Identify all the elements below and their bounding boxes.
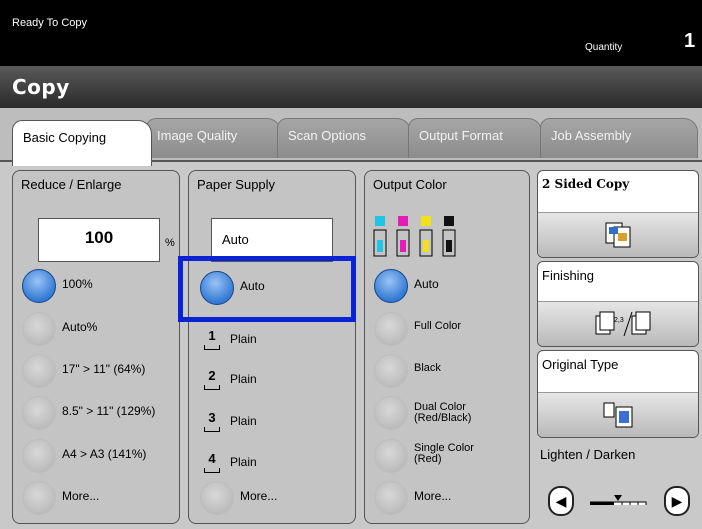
paper-supply-title: Paper Supply <box>197 177 276 192</box>
zoom-unit: % <box>165 237 175 249</box>
reduce-enlarge-title: Reduce / Enlarge <box>21 177 122 192</box>
radio-selected-icon <box>374 269 408 303</box>
zoom-value: 100 <box>84 228 114 247</box>
radio-icon <box>374 439 408 473</box>
tab-image-quality[interactable]: Image Quality <box>146 118 281 158</box>
original-type-label: Original Type <box>542 357 619 372</box>
radio-label: Single Color (Red) <box>414 443 474 465</box>
color-option-black[interactable]: Black <box>374 354 524 396</box>
radio-icon <box>374 396 408 430</box>
original-type-icon-area <box>538 392 698 437</box>
quantity-value[interactable]: 1 <box>684 30 695 53</box>
quantity-label: Quantity <box>585 42 623 53</box>
duplex-icon <box>605 222 631 248</box>
color-option-full[interactable]: Full Color <box>374 312 524 354</box>
color-toner-icon <box>373 216 456 257</box>
paper-tray-1[interactable]: 1 Plain <box>178 324 348 366</box>
finishing-label: Finishing <box>542 268 595 283</box>
header: Ready To Copy Quantity 1 Copy <box>0 0 702 108</box>
two-sided-icon-area <box>538 212 698 257</box>
radio-label: Auto <box>414 277 439 291</box>
tray-label: Plain <box>230 414 257 428</box>
radio-label: Black <box>414 362 441 374</box>
tray-label: Plain <box>230 372 257 386</box>
lighten-darken-label: Lighten / Darken <box>540 447 636 462</box>
reduce-option-100[interactable]: 100% <box>22 269 172 311</box>
lighten-darken-control: ◀ ▶ <box>548 485 694 519</box>
original-type-icon <box>603 402 633 428</box>
color-option-dual[interactable]: Dual Color (Red/Black) <box>374 396 524 438</box>
lighten-button[interactable]: ◀ <box>548 486 574 516</box>
reduce-option-auto[interactable]: Auto% <box>22 312 172 354</box>
original-type-button[interactable]: Original Type <box>537 350 699 438</box>
radio-icon <box>22 354 56 388</box>
two-sided-copy-label: 2 Sided Copy <box>542 177 630 191</box>
darken-button[interactable]: ▶ <box>664 486 690 516</box>
radio-icon <box>374 312 408 346</box>
radio-label: Auto% <box>62 320 98 334</box>
tab-job-assembly[interactable]: Job Assembly <box>540 118 698 158</box>
reduce-option-64[interactable]: 17" > 11" (64%) <box>22 354 172 396</box>
tray-4-icon: 4 <box>204 451 220 473</box>
finishing-button[interactable]: Finishing 2,3 <box>537 261 699 347</box>
radio-icon <box>374 354 408 388</box>
radio-icon <box>200 481 234 515</box>
radio-label: More... <box>62 489 100 503</box>
two-sided-copy-button[interactable]: 2 Sided Copy <box>537 170 699 258</box>
copy-screen: Ready To Copy Quantity 1 Copy Basic Copy… <box>0 0 702 529</box>
radio-label-line2: (Red/Black) <box>414 412 472 424</box>
radio-label: More... <box>414 489 452 503</box>
paper-option-more[interactable]: More... <box>200 481 350 523</box>
radio-label: Dual Color (Red/Black) <box>414 402 471 424</box>
selection-highlight <box>178 256 356 322</box>
svg-text:2,3: 2,3 <box>614 317 624 324</box>
title-bar: Copy <box>0 66 702 108</box>
stapled-sets-icon: 2,3 <box>595 311 651 337</box>
radio-icon <box>374 481 408 515</box>
radio-label: 100% <box>62 277 93 291</box>
finishing-icon-area: 2,3 <box>538 301 698 346</box>
tray-label: Plain <box>230 332 257 346</box>
machine-status: Ready To Copy <box>12 17 88 29</box>
tray-3-icon: 3 <box>204 410 220 432</box>
tray-2-icon: 2 <box>204 368 220 390</box>
output-color-title: Output Color <box>373 177 447 192</box>
page-title: Copy <box>12 75 70 99</box>
reduce-option-141[interactable]: A4 > A3 (141%) <box>22 439 172 481</box>
radio-icon <box>22 312 56 346</box>
tray-1-icon: 1 <box>204 328 220 350</box>
radio-label: 8.5" > 11" (129%) <box>62 404 156 418</box>
radio-icon <box>22 396 56 430</box>
density-scale-icon <box>590 495 647 505</box>
radio-icon <box>22 439 56 473</box>
reduce-option-129[interactable]: 8.5" > 11" (129%) <box>22 396 172 438</box>
tab-scan-options[interactable]: Scan Options <box>277 118 411 158</box>
zoom-value-field[interactable]: 100 <box>38 218 160 262</box>
radio-label: Full Color <box>414 320 462 332</box>
tab-output-format[interactable]: Output Format <box>408 118 542 158</box>
reduce-option-more[interactable]: More... <box>22 481 172 523</box>
radio-selected-icon <box>22 269 56 303</box>
paper-supply-value: Auto <box>222 232 249 247</box>
tray-label: Plain <box>230 455 257 469</box>
radio-label-line2: (Red) <box>414 453 442 465</box>
radio-icon <box>22 481 56 515</box>
paper-tray-3[interactable]: 3 Plain <box>178 406 348 448</box>
paper-tray-2[interactable]: 2 Plain <box>178 364 348 406</box>
radio-label: A4 > A3 (141%) <box>62 447 147 461</box>
radio-label: More... <box>240 489 278 503</box>
radio-label: 17" > 11" (64%) <box>62 362 146 376</box>
color-option-auto[interactable]: Auto <box>374 269 524 311</box>
tab-basic-copying[interactable]: Basic Copying <box>12 120 152 166</box>
color-option-single[interactable]: Single Color (Red) <box>374 439 524 481</box>
color-option-more[interactable]: More... <box>374 481 524 523</box>
